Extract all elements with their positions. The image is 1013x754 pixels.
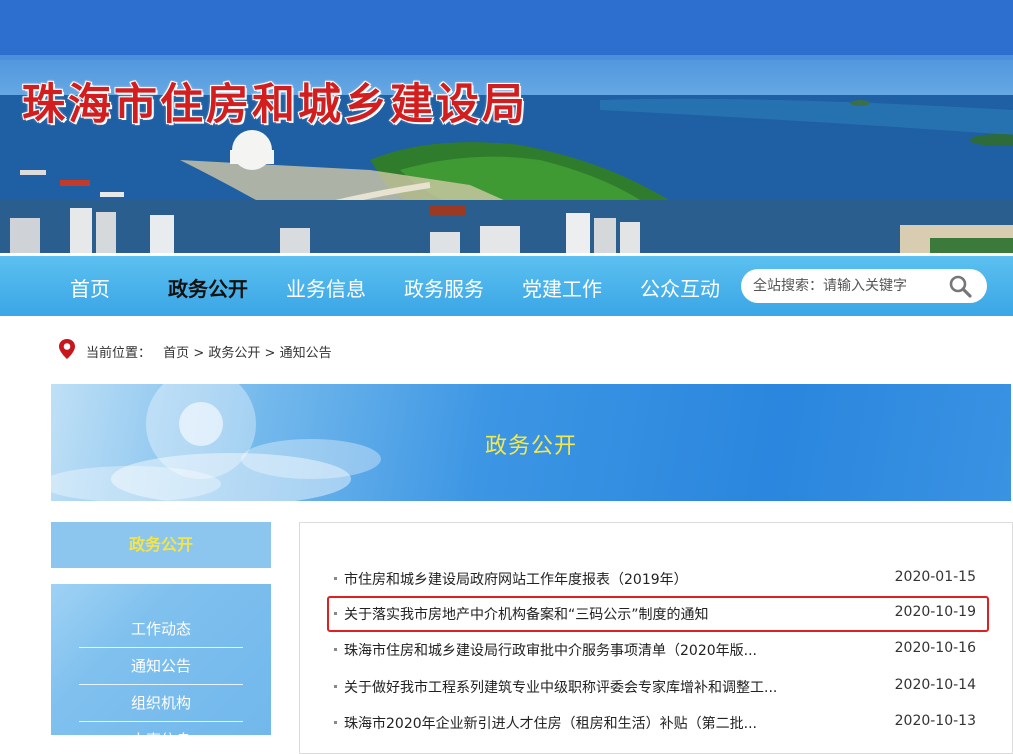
main-nav: 首页 政务公开 业务信息 政务服务 党建工作 公众互动 bbox=[0, 256, 1013, 316]
header-banner: 珠海市住房和城乡建设局 bbox=[0, 0, 1013, 253]
list-item: 珠海市2020年企业新引进人才住房（租房和生活）补贴（第二批... 2020-1… bbox=[330, 711, 990, 735]
section-title: 政务公开 bbox=[484, 434, 577, 459]
list-item-date: 2020-01-15 bbox=[894, 569, 976, 585]
nav-home[interactable]: 首页 bbox=[70, 273, 110, 302]
sidebar-menu: 工作动态 通知公告 组织机构 人事信息 bbox=[51, 584, 271, 735]
sidebar-item-notices[interactable]: 通知公告 bbox=[79, 648, 243, 685]
list-item-date: 2020-10-13 bbox=[894, 713, 976, 729]
nav-business-info[interactable]: 业务信息 bbox=[286, 273, 366, 302]
breadcrumb-government-affairs[interactable]: 政务公开 bbox=[208, 346, 260, 361]
bullet-icon bbox=[334, 577, 337, 580]
list-item-link[interactable]: 市住房和城乡建设局政府网站工作年度报表（2019年） bbox=[344, 569, 688, 589]
search-input[interactable] bbox=[753, 276, 933, 296]
nav-party-building[interactable]: 党建工作 bbox=[522, 273, 602, 302]
sidebar-heading: 政务公开 bbox=[51, 522, 271, 568]
site-title: 珠海市住房和城乡建设局 bbox=[21, 79, 528, 131]
nav-gov-services[interactable]: 政务服务 bbox=[404, 273, 484, 302]
breadcrumb-separator: > bbox=[193, 346, 205, 361]
sidebar-item-work-updates[interactable]: 工作动态 bbox=[79, 611, 243, 648]
breadcrumb-home[interactable]: 首页 bbox=[163, 346, 189, 361]
highlight-box bbox=[327, 596, 989, 632]
notice-list: 市住房和城乡建设局政府网站工作年度报表（2019年） 2020-01-15 关于… bbox=[299, 522, 1013, 754]
nav-government-affairs[interactable]: 政务公开 bbox=[168, 273, 248, 302]
list-item-date: 2020-10-14 bbox=[894, 677, 976, 693]
sidebar-item-personnel[interactable]: 人事信息 bbox=[79, 722, 243, 735]
list-item-link[interactable]: 珠海市住房和城乡建设局行政审批中介服务事项清单（2020年版... bbox=[344, 640, 757, 660]
list-item-link[interactable]: 珠海市2020年企业新引进人才住房（租房和生活）补贴（第二批... bbox=[344, 713, 757, 733]
bullet-icon bbox=[334, 648, 337, 651]
sidebar-item-organization[interactable]: 组织机构 bbox=[79, 685, 243, 722]
list-item: 珠海市住房和城乡建设局行政审批中介服务事项清单（2020年版... 2020-1… bbox=[330, 638, 990, 662]
bullet-icon bbox=[334, 685, 337, 688]
bullet-icon bbox=[334, 721, 337, 724]
nav-public-interaction[interactable]: 公众互动 bbox=[640, 273, 720, 302]
breadcrumb-separator: > bbox=[264, 346, 276, 361]
breadcrumb-notices[interactable]: 通知公告 bbox=[280, 346, 332, 361]
list-item: 市住房和城乡建设局政府网站工作年度报表（2019年） 2020-01-15 bbox=[330, 567, 990, 591]
list-item-link[interactable]: 关于做好我市工程系列建筑专业中级职称评委会专家库增补和调整工... bbox=[344, 677, 777, 697]
search-icon[interactable] bbox=[948, 274, 974, 300]
list-item-date: 2020-10-16 bbox=[894, 640, 976, 656]
section-banner: 政务公开 bbox=[51, 384, 1011, 501]
site-search bbox=[741, 269, 987, 303]
list-item: 关于做好我市工程系列建筑专业中级职称评委会专家库增补和调整工... 2020-1… bbox=[330, 675, 990, 699]
breadcrumb-prefix: 当前位置： bbox=[86, 346, 152, 361]
location-pin-icon bbox=[58, 338, 76, 364]
